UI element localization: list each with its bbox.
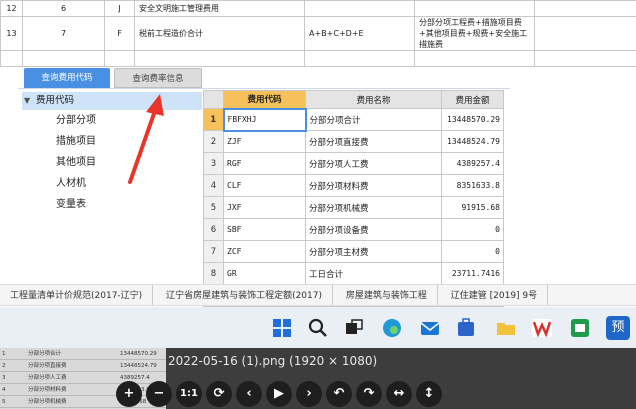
fee-amount-cell[interactable]: 0 — [441, 218, 504, 241]
edge-browser-icon[interactable] — [380, 316, 404, 340]
fee-code-cell[interactable]: JXF — [223, 196, 306, 219]
fee-amount-cell[interactable]: 13448524.79 — [441, 130, 504, 153]
refresh-button[interactable]: ⟳ — [206, 381, 232, 407]
row-number[interactable]: 6 — [203, 218, 224, 241]
rotate-left-button[interactable]: ↶ — [326, 381, 352, 407]
red-arrow-annotation — [128, 94, 164, 184]
fee-name-cell[interactable]: 分部分项直接费 — [305, 130, 442, 153]
row-number[interactable]: 1 — [203, 108, 224, 131]
play-button[interactable]: ▶ — [266, 381, 292, 407]
fee-name-cell[interactable]: 分部分项设备费 — [305, 218, 442, 241]
doc-tab-quota[interactable]: 辽宁省房屋建筑与装饰工程定额(2017) — [156, 285, 333, 305]
fee-amount-cell[interactable]: 4389257.4 — [441, 152, 504, 175]
row-number[interactable]: 8 — [203, 262, 224, 285]
fee-code-cell[interactable]: ZJF — [223, 130, 306, 153]
previous-button[interactable]: ‹ — [236, 381, 262, 407]
thumbnail-cell: 1 — [2, 351, 6, 357]
fee-amount-cell[interactable]: 91915.68 — [441, 196, 504, 219]
image-thumbnail[interactable]: 1 分部分项合计 13448570.29 2 分部分项直接费 13448524.79 3 分部… — [0, 348, 166, 409]
actual-size-button[interactable]: 1:1 — [176, 381, 202, 407]
table-row[interactable]: 4 CLF 分部分项材料费 8351633.8 — [203, 174, 504, 197]
tab-query-fee-code[interactable]: 查询费用代码 — [24, 68, 110, 88]
column-header-code[interactable]: 费用代码 — [223, 90, 306, 109]
fee-name-cell[interactable]: 分部分项机械费 — [305, 196, 442, 219]
row-number[interactable]: 4 — [203, 174, 224, 197]
thumbnail-cell: 5 — [2, 399, 6, 405]
column-header-amount[interactable]: 费用金额 — [441, 90, 504, 109]
fee-code-cell[interactable]: GR — [223, 262, 306, 285]
row-number[interactable]: 3 — [203, 152, 224, 175]
table-row[interactable]: 1 FBFXHJ 分部分项合计 13448570.29 — [203, 107, 504, 132]
fee-amount-cell[interactable]: 13448570.29 — [441, 108, 504, 131]
fee-amount-cell[interactable]: 0 — [441, 240, 504, 263]
tab-query-rate-info[interactable]: 查询费率信息 — [114, 68, 202, 88]
table-row[interactable]: 6 SBF 分部分项设备费 0 — [203, 218, 504, 241]
row-number[interactable]: 2 — [203, 130, 224, 153]
table-row[interactable]: 13 7 F 税前工程造价合计 A+B+C+D+E 分部分项工程费+措施项目费+… — [0, 16, 636, 51]
fee-code-cell[interactable]: RGF — [223, 152, 306, 175]
spreadsheet-app-icon[interactable] — [568, 316, 592, 340]
fee-name-cell[interactable]: 工日合计 — [305, 262, 442, 285]
zoom-in-button[interactable]: + — [116, 381, 142, 407]
flip-horizontal-button[interactable]: ↔ — [386, 381, 412, 407]
folder-icon[interactable] — [494, 316, 518, 340]
next-button[interactable]: › — [296, 381, 322, 407]
zoom-out-button[interactable]: − — [146, 381, 172, 407]
row-number[interactable]: 7 — [203, 240, 224, 263]
thumbnail-cell: 13448570.29 — [120, 351, 157, 357]
taskbar: 预 — [0, 307, 636, 349]
table-row[interactable]: 12 6 J 安全文明施工管理费用 — [0, 0, 636, 17]
fee-amount-cell[interactable]: 8351633.8 — [441, 174, 504, 197]
thumbnail-row: 3 分部分项人工费 4389257.4 — [0, 372, 166, 384]
column-header-name[interactable]: 费用名称 — [305, 90, 442, 109]
table-row[interactable]: 7 ZCF 分部分项主材费 0 — [203, 240, 504, 263]
fee-code-cell[interactable]: ZCF — [223, 240, 306, 263]
thumbnail-cell: 2 — [2, 363, 6, 369]
fee-amount-cell[interactable]: 23711.7416 — [441, 262, 504, 285]
fee-name-cell[interactable]: 分部分项人工费 — [305, 152, 442, 175]
fee-code-cell[interactable]: CLF — [223, 174, 306, 197]
thumbnail-row: 1 分部分项合计 13448570.29 — [0, 348, 166, 360]
thumbnail-cell: 3 — [2, 375, 6, 381]
document-tab-bar: 工程量清单计价规范(2017-辽宁) 辽宁省房屋建筑与装饰工程定额(2017) … — [0, 284, 636, 306]
tree-item-variables[interactable]: 变量表 — [22, 194, 202, 215]
table-header: 费用代码 费用名称 费用金额 — [203, 90, 504, 109]
doc-tab-spec[interactable]: 工程量清单计价规范(2017-辽宁) — [0, 285, 154, 305]
wps-icon[interactable] — [530, 316, 554, 340]
chevron-down-icon[interactable]: ▼ — [24, 92, 36, 110]
doc-tab-notice[interactable]: 辽住建管 [2019] 9号 — [441, 285, 549, 305]
table-row[interactable]: 5 JXF 分部分项机械费 91915.68 — [203, 196, 504, 219]
thumbnail-cell: 分部分项机械费 — [28, 399, 67, 405]
thumbnail-cell: 分部分项合计 — [28, 351, 62, 357]
thumbnail-cell: 分部分项直接费 — [28, 363, 67, 369]
viewer-title: 2022-05-16 (1).png (1920 × 1080) — [168, 354, 378, 368]
thumbnail-row: 2 分部分项直接费 13448524.79 — [0, 360, 166, 372]
thumbnail-cell: 4 — [2, 387, 6, 393]
fee-name-cell[interactable]: 分部分项主材费 — [305, 240, 442, 263]
windows-start-icon[interactable] — [270, 316, 294, 340]
fee-code-cell[interactable]: FBFXHJ — [222, 107, 307, 132]
doc-tab-building[interactable]: 房屋建筑与装饰工程 — [336, 285, 438, 305]
divider — [18, 88, 510, 89]
preview-app-icon[interactable]: 预 — [606, 316, 630, 340]
table-row[interactable]: 2 ZJF 分部分项直接费 13448524.79 — [203, 130, 504, 153]
fee-code-table: 费用代码 费用名称 费用金额 1 FBFXHJ 分部分项合计 13448570.29 2… — [203, 90, 504, 307]
tree-root-label: 费用代码 — [36, 95, 75, 106]
row-number[interactable]: 5 — [203, 196, 224, 219]
top-cost-grid: 12 6 J 安全文明施工管理费用 13 7 F 税前工程造价合计 A+B+C+… — [0, 0, 636, 67]
rotate-right-button[interactable]: ↷ — [356, 381, 382, 407]
fee-name-cell[interactable]: 分部分项合计 — [305, 108, 442, 131]
search-icon[interactable] — [306, 316, 330, 340]
fee-code-cell[interactable]: SBF — [223, 218, 306, 241]
fee-name-cell[interactable]: 分部分项材料费 — [305, 174, 442, 197]
table-row[interactable]: 3 RGF 分部分项人工费 4389257.4 — [203, 152, 504, 175]
thumbnail-cell: 13448524.79 — [120, 363, 157, 369]
mail-icon[interactable] — [418, 316, 442, 340]
task-view-icon[interactable] — [342, 316, 366, 340]
store-icon[interactable] — [454, 316, 478, 340]
flip-vertical-button[interactable]: ↕ — [416, 381, 442, 407]
thumbnail-cell: 分部分项材料费 — [28, 387, 67, 393]
table-row[interactable]: 8 GR 工日合计 23711.7416 — [203, 262, 504, 285]
thumbnail-cell: 分部分项人工费 — [28, 375, 67, 381]
